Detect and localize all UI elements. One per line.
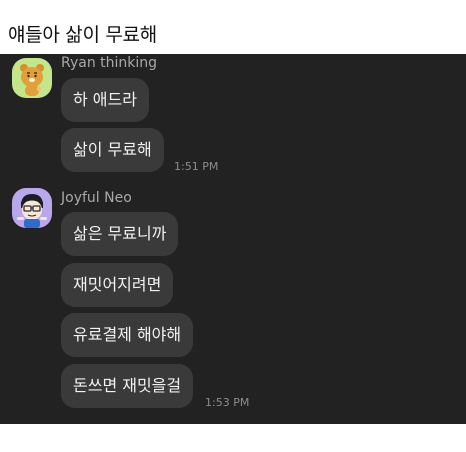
sender-name-neo: Joyful Neo bbox=[61, 190, 132, 206]
neo-avatar-icon[interactable] bbox=[12, 188, 52, 228]
message-timestamp: 1:53 PM bbox=[205, 396, 250, 409]
post-title: 얘들아 삶이 무료해 bbox=[8, 24, 157, 46]
message-bubble[interactable]: 재밋어지려면 bbox=[61, 263, 174, 307]
message-timestamp: 1:51 PM bbox=[174, 160, 219, 173]
message-bubble[interactable]: 삶은 무료니까 bbox=[61, 212, 179, 256]
message-bubble[interactable]: 유료결제 해야해 bbox=[61, 313, 194, 357]
chat-panel: Ryan thinking 하 애드라 삶이 무료해 1:51 PM Joyfu… bbox=[0, 54, 466, 424]
message-bubble[interactable]: 돈쓰면 재밋을걸 bbox=[61, 364, 194, 408]
message-bubble[interactable]: 하 애드라 bbox=[61, 78, 149, 122]
message-bubble[interactable]: 삶이 무료해 bbox=[61, 128, 164, 172]
sender-name-ryan: Ryan thinking bbox=[61, 55, 158, 71]
ryan-avatar-icon[interactable] bbox=[12, 58, 52, 98]
